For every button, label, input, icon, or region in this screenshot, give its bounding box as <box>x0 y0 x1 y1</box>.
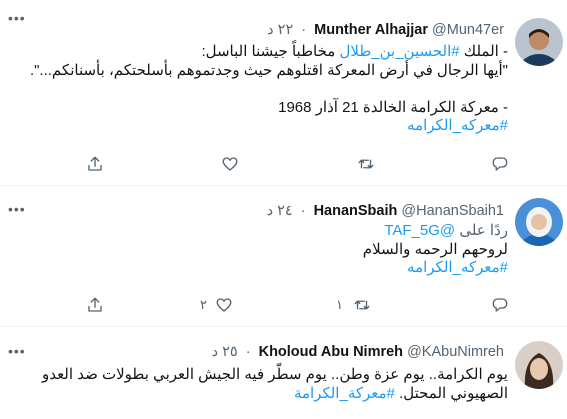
hashtag[interactable]: #الحسين_بن_طلال <box>339 43 459 60</box>
author-handle[interactable]: @Mun47er <box>432 22 504 38</box>
hashtag[interactable]: #معركه_الكرامه <box>407 117 508 134</box>
avatar[interactable] <box>515 198 563 246</box>
author-name[interactable]: HananSbaih <box>314 203 398 219</box>
tweet-text: - الملك #الحسين_بن_طلال مخاطباً جيشنا ال… <box>29 43 508 134</box>
more-icon[interactable]: ••• <box>8 344 26 358</box>
reply-button[interactable] <box>491 153 509 175</box>
share-button[interactable] <box>86 294 104 316</box>
hashtag[interactable]: #معركة_الكرامة <box>294 385 395 402</box>
retweet-icon <box>354 300 370 310</box>
avatar[interactable] <box>515 18 563 66</box>
share-icon <box>88 297 102 312</box>
reply-icon <box>492 157 508 171</box>
retweet-button[interactable]: ١ <box>336 294 371 316</box>
timestamp[interactable]: ٢٢ د <box>267 22 293 38</box>
reply-button[interactable] <box>491 294 509 316</box>
reply-context: ردًا على <box>459 222 508 239</box>
author-name[interactable]: Kholoud Abu Nimreh <box>259 344 403 360</box>
like-button[interactable]: ٢ <box>200 294 233 316</box>
author-handle[interactable]: @KAbuNimreh <box>407 344 504 360</box>
more-icon[interactable]: ••• <box>8 11 26 25</box>
tweet[interactable]: ••• Kholoud Abu Nimreh @KAbuNimreh · ٢٥ … <box>0 327 567 419</box>
mention[interactable]: @TAF_5G <box>384 222 455 239</box>
share-button[interactable] <box>86 153 104 175</box>
like-icon <box>216 298 232 312</box>
like-icon <box>222 157 238 171</box>
share-icon <box>88 156 102 171</box>
like-button[interactable] <box>221 153 239 175</box>
timestamp[interactable]: ٢٥ د <box>212 344 238 360</box>
more-icon[interactable]: ••• <box>8 202 26 216</box>
retweet-button[interactable] <box>357 153 375 175</box>
author-handle[interactable]: @HananSbaih1 <box>401 203 504 219</box>
hashtag[interactable]: #معركه_الكرامه <box>407 259 508 276</box>
retweet-icon <box>358 159 374 169</box>
tweet-text: يوم الكرامة.. يوم عزة وطن.. يوم سطّر فيه… <box>41 366 508 402</box>
like-count: ٢ <box>200 297 207 312</box>
tweet[interactable]: ••• HananSbaih @HananSbaih1 · ٢٤ د ردًا … <box>0 186 567 327</box>
tweet[interactable]: ••• Munther Alhajjar @Mun47er · ٢٢ د - ا… <box>0 0 567 186</box>
retweet-count: ١ <box>336 297 343 312</box>
tweet-text: ردًا على @TAF_5G لروحهم الرحمه والسلام #… <box>362 222 508 276</box>
timestamp[interactable]: ٢٤ د <box>267 203 293 219</box>
avatar[interactable] <box>515 341 563 389</box>
reply-icon <box>492 298 508 312</box>
author-name[interactable]: Munther Alhajjar <box>314 22 428 38</box>
